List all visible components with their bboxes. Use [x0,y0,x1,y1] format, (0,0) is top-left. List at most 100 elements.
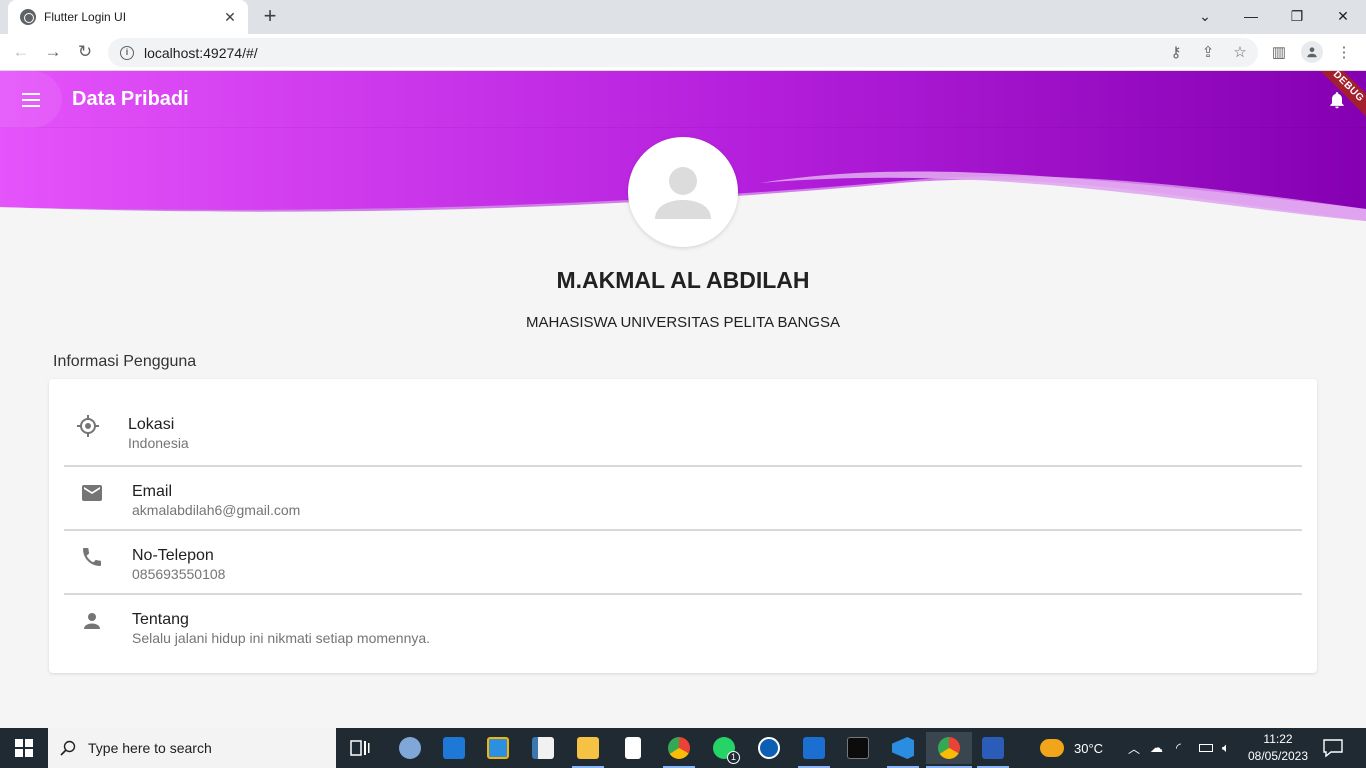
browser-toolbar: ← → ↻ i localhost:49274/#/ ⚷ ⇪ ☆ ▥ ⋮ [0,34,1366,71]
divider [64,529,1302,531]
address-bar[interactable]: i localhost:49274/#/ [108,38,1258,67]
tray-overflow-chevron-icon[interactable]: ︿ [1128,728,1140,768]
terminal-icon [847,737,869,759]
profile-avatar-icon[interactable] [1301,41,1323,63]
side-panel-icon[interactable]: ▥ [1270,43,1288,61]
weather-temperature: 30°C [1074,740,1104,756]
share-icon[interactable]: ⇪ [1199,43,1217,61]
mail-icon [443,737,465,759]
app-bar: Data Pribadi DEBUG [0,71,1366,128]
flutter-app: Data Pribadi DEBUG M.AKMAL AL ABDILAH MA… [0,71,1366,728]
windows-logo-icon [15,739,33,757]
start-button[interactable] [0,728,48,768]
volume-icon[interactable]: 🔈︎ [1222,728,1230,768]
info-value: Selalu jalani hidup ini nikmati setiap m… [132,630,431,646]
close-window-button[interactable]: ✕ [1320,0,1366,32]
hamburger-menu-button[interactable] [0,71,62,128]
reload-button[interactable]: ↻ [73,40,97,64]
avatar-person-icon [655,167,711,219]
task-view-icon [350,740,370,756]
folder-icon [577,737,599,759]
tab-title: Flutter Login UI [44,10,127,24]
taskbar-clock[interactable]: 11:22 08/05/2023 [1246,731,1310,765]
taskbar-app-vscode[interactable] [887,732,919,764]
password-key-icon[interactable]: ⚷ [1167,43,1185,61]
info-item-phone[interactable]: No-Telepon 085693550108 [64,535,1302,591]
back-button[interactable]: ← [9,40,33,64]
info-label: Tentang [132,611,189,628]
notification-center-icon[interactable] [1322,738,1344,758]
taskbar-app-media[interactable] [798,732,830,764]
info-item-email[interactable]: Email akmalabdilah6@gmail.com [64,471,1302,527]
forward-button[interactable]: → [41,40,65,64]
notification-badge: 1 [727,751,740,764]
clock-time: 11:22 [1263,732,1293,746]
restore-button[interactable]: ❐ [1274,0,1320,32]
info-item-about[interactable]: Tentang Selalu jalani hidup ini nikmati … [64,599,1302,655]
profile-avatar [628,137,738,247]
paint-icon [399,737,421,759]
info-item-location[interactable]: Lokasi Indonesia [64,401,1302,463]
url-text: localhost:49274/#/ [144,44,258,61]
wifi-icon[interactable]: ◜ [1176,728,1181,768]
taskbar-app-chrome[interactable] [926,732,972,764]
app-circle-icon [758,737,780,759]
profile-name: M.AKMAL AL ABDILAH [556,267,810,293]
profile-role: MAHASISWA UNIVERSITAS PELITA BANGSA [526,314,840,331]
person-icon [84,613,100,629]
info-value: akmalabdilah6@gmail.com [132,502,301,518]
taskbar-search-box[interactable]: Type here to search [48,728,336,768]
weather-widget[interactable]: 30°C [1040,728,1103,768]
info-value: 085693550108 [132,566,226,582]
info-value: Indonesia [128,435,189,451]
email-icon [82,485,102,501]
info-label: No-Telepon [132,547,214,564]
task-view-button[interactable] [344,732,376,764]
section-title: Informasi Pengguna [53,353,197,370]
taskbar-app-chrome-profile[interactable] [663,732,695,764]
store-icon [487,737,509,759]
onedrive-cloud-icon[interactable]: ☁ [1150,728,1163,768]
divider [64,465,1302,467]
tab-close-icon[interactable]: ✕ [222,9,238,25]
taskbar-app-mail[interactable] [438,732,470,764]
info-label: Email [132,483,173,500]
phone-icon [83,548,101,566]
browser-tab[interactable]: Flutter Login UI ✕ [8,0,248,34]
clock-date: 08/05/2023 [1247,749,1309,763]
taskbar-app-word[interactable] [977,732,1009,764]
taskbar-app-python[interactable] [527,732,559,764]
search-icon [60,740,76,756]
weather-sun-icon [1040,739,1064,757]
chrome-menu-icon[interactable]: ⋮ [1335,43,1353,61]
document-icon [625,737,641,759]
bookmark-star-icon[interactable]: ☆ [1231,43,1249,61]
info-card: Lokasi Indonesia Email akmalabdilah6@gma… [49,379,1317,673]
chrome-icon [668,737,690,759]
taskbar-app-terminal[interactable] [842,732,874,764]
browser-tab-strip: Flutter Login UI ✕ + ⌄ — ❐ ✕ [0,0,1366,34]
taskbar-app-blue-circle[interactable] [753,732,785,764]
site-info-icon[interactable]: i [120,45,134,60]
chrome-icon [938,737,960,759]
minimize-button[interactable]: — [1228,0,1274,32]
new-tab-button[interactable]: + [258,5,282,29]
app-bar-title: Data Pribadi [72,88,189,110]
taskbar-app-paint[interactable] [394,732,426,764]
tab-search-chevron-icon[interactable]: ⌄ [1182,0,1228,32]
windows-taskbar: Type here to search 1 30°C ︿ ☁ ◜ 🔈︎ 11:2… [0,728,1366,768]
media-player-icon [803,737,825,759]
taskbar-app-file-explorer[interactable] [572,732,604,764]
taskbar-app-notepad[interactable] [617,732,649,764]
info-label: Lokasi [128,416,175,433]
vscode-icon [892,737,914,759]
taskbar-app-whatsapp[interactable]: 1 [708,732,740,764]
battery-icon[interactable] [1199,728,1213,768]
menu-icon [22,92,40,107]
python-file-icon [532,737,554,759]
divider [64,593,1302,595]
globe-favicon-icon [20,9,36,25]
location-icon [77,415,99,437]
taskbar-app-store[interactable] [482,732,514,764]
search-placeholder: Type here to search [88,740,212,756]
